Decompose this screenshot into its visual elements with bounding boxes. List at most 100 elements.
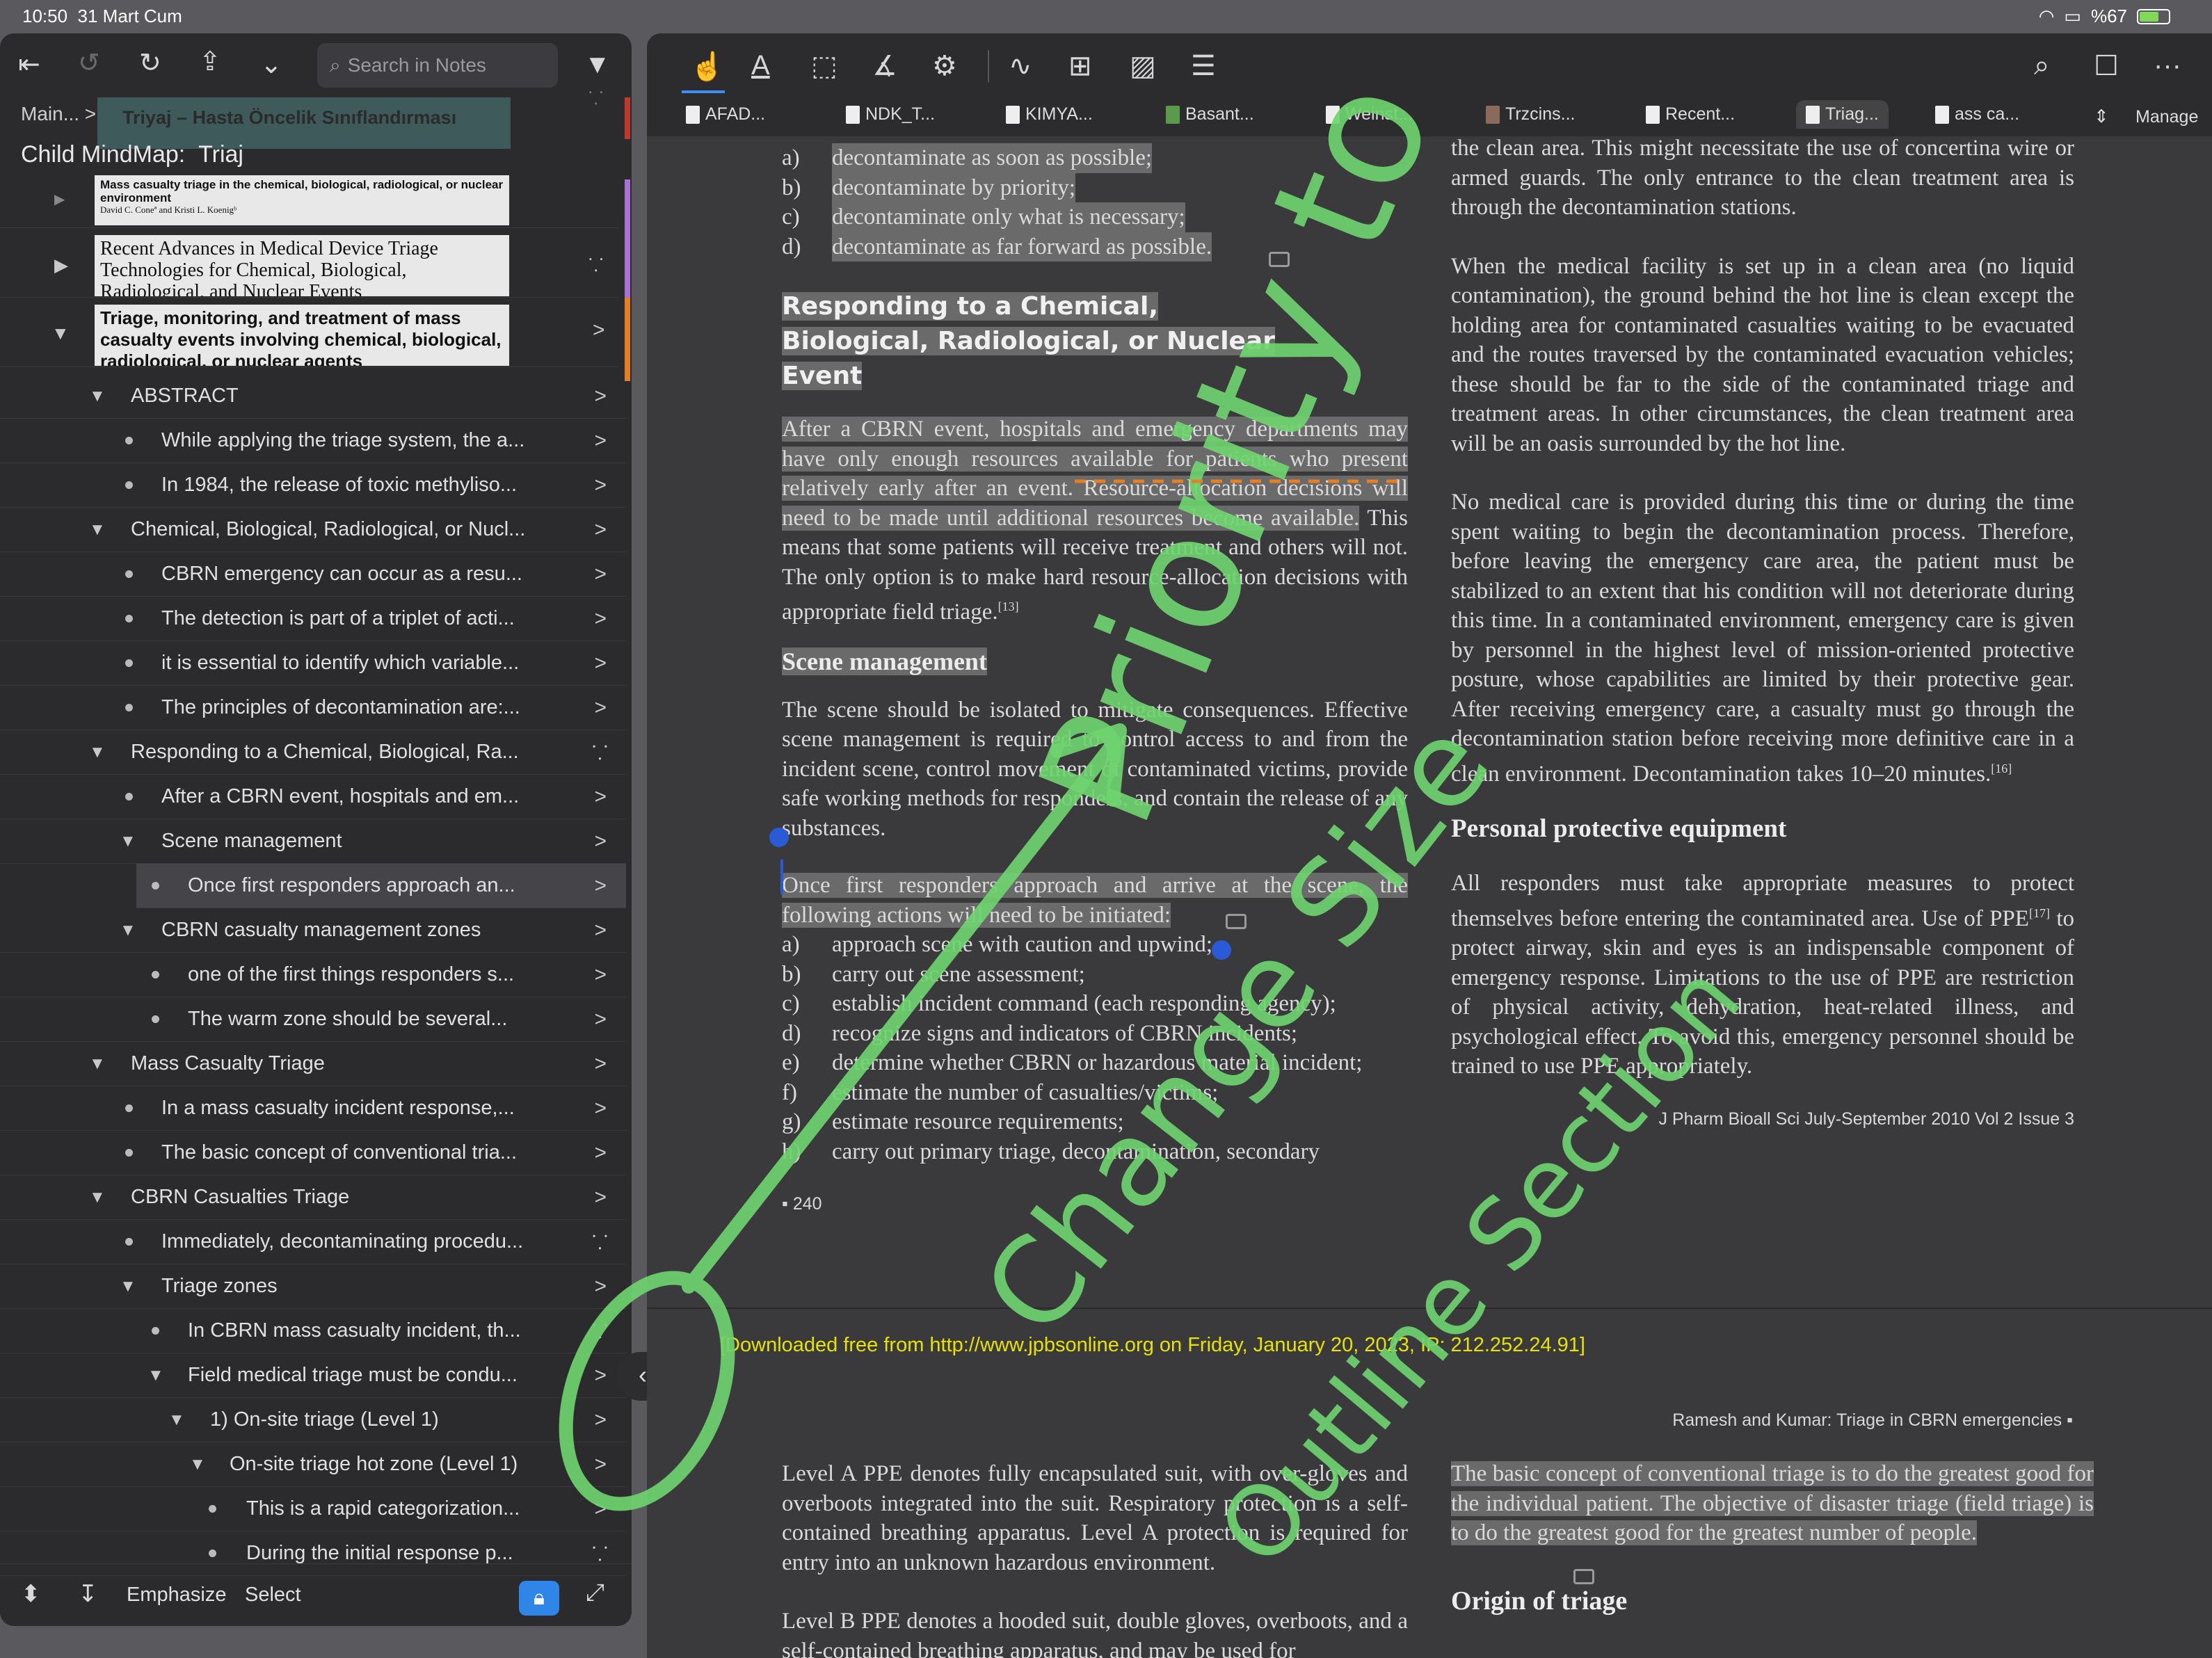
tab[interactable]: ass ca... bbox=[1935, 104, 2019, 124]
subtree-icon[interactable]: ⸪ bbox=[588, 252, 603, 277]
pen-icon[interactable]: ∿ bbox=[1009, 50, 1032, 82]
outline-row-image[interactable]: ▶ Mass casualty triage in the chemical, … bbox=[0, 170, 619, 228]
outline-row[interactable]: ▼ Mass Casualty Triage > bbox=[0, 1042, 626, 1086]
tab[interactable]: AFAD... bbox=[686, 104, 765, 124]
outline-row[interactable]: ▼ On-site triage hot zone (Level 1) > bbox=[0, 1442, 626, 1487]
outline-row[interactable]: CBRN emergency can occur as a resu... > bbox=[0, 552, 626, 597]
tab[interactable]: Weinst... bbox=[1326, 104, 1413, 124]
outline-row[interactable]: ▼ Responding to a Chemical, Biological, R… bbox=[0, 730, 626, 775]
chevron-down-icon[interactable]: ⌄ bbox=[260, 51, 282, 78]
manage-button[interactable]: Manage bbox=[2135, 107, 2198, 127]
chevron-right-icon[interactable]: > bbox=[594, 518, 607, 542]
chevron-right-icon[interactable]: > bbox=[594, 1008, 607, 1031]
paragraph-selected[interactable]: Once first responders approach and arriv… bbox=[782, 871, 1408, 930]
list-icon[interactable]: ☰ bbox=[1191, 50, 1216, 82]
chevron-right-icon[interactable]: > bbox=[594, 1453, 607, 1476]
chevron-right-icon[interactable]: > bbox=[594, 785, 607, 809]
outline-row[interactable]: one of the first things responders s... > bbox=[0, 953, 626, 997]
tab[interactable]: NDK_T... bbox=[846, 104, 935, 124]
chevron-right-icon[interactable]: > bbox=[594, 563, 607, 586]
subtree-icon[interactable]: ⸪ bbox=[592, 1229, 608, 1255]
outline-row-image[interactable]: ▶ Recent Advances in Medical Device Tria… bbox=[0, 228, 619, 298]
image-tool-icon[interactable]: ⚙ bbox=[932, 50, 957, 82]
comment-icon[interactable] bbox=[1226, 914, 1247, 929]
outline-row-image[interactable]: ▼ Triage, monitoring, and treatment of m… bbox=[0, 298, 619, 367]
tab-active[interactable]: Triag... bbox=[1796, 100, 1889, 129]
collapse-icon[interactable]: ▼ bbox=[51, 323, 70, 344]
outline-row[interactable]: After a CBRN event, hospitals and em... > bbox=[0, 775, 626, 819]
sort-tabs-icon[interactable]: ⇕ bbox=[2094, 106, 2109, 127]
chevron-right-icon[interactable]: > bbox=[594, 919, 607, 942]
rectangle-select-icon[interactable]: ⬚ bbox=[811, 50, 837, 82]
breadcrumb[interactable]: Main... > bbox=[21, 103, 96, 125]
outline-row[interactable]: In CBRN mass casualty incident, th... ⸪ bbox=[0, 1309, 626, 1353]
outline-row[interactable]: The principles of decontamination are:..… bbox=[0, 686, 626, 730]
chevron-right-icon[interactable]: > bbox=[594, 1364, 607, 1387]
textbox-icon[interactable]: ⊞ bbox=[1068, 50, 1092, 82]
outline-row[interactable]: ▼ 1) On-site triage (Level 1) > bbox=[0, 1398, 626, 1442]
outline-row[interactable]: ▼ CBRN casualty management zones > bbox=[0, 908, 626, 953]
outline-row[interactable]: ▼ Field medical triage must be condu... > bbox=[0, 1353, 626, 1398]
outline-row[interactable]: Immediately, decontaminating procedu... ⸪ bbox=[0, 1220, 626, 1264]
outline-row[interactable]: The basic concept of conventional tria..… bbox=[0, 1131, 626, 1175]
selection-handle-end[interactable] bbox=[1212, 940, 1231, 960]
chevron-right-icon[interactable]: > bbox=[594, 429, 607, 453]
outline-row[interactable]: ▼ Scene management > bbox=[0, 819, 626, 864]
outline-row[interactable]: In 1984, the release of toxic methyliso.… bbox=[0, 463, 626, 508]
search-input[interactable]: ⌕ Search in Notes bbox=[317, 43, 558, 88]
chevron-right-icon[interactable]: > bbox=[594, 652, 607, 675]
outline-row[interactable]: ▼ Chemical, Biological, Radiological, or … bbox=[0, 508, 626, 552]
chevron-right-icon[interactable]: > bbox=[594, 474, 607, 497]
expand-icon[interactable]: ▶ bbox=[54, 255, 68, 276]
outline-row[interactable]: While applying the triage system, the a.… bbox=[0, 419, 626, 463]
expand-all-icon[interactable]: ⬍ bbox=[21, 1582, 41, 1606]
subtree-icon[interactable]: ⸪ bbox=[592, 739, 608, 766]
lasso-icon[interactable]: ∡ bbox=[872, 50, 897, 82]
bookmark-icon[interactable]: ☐ bbox=[2094, 50, 2119, 82]
chevron-right-icon[interactable]: > bbox=[594, 1497, 607, 1521]
comment-icon[interactable] bbox=[1269, 252, 1290, 267]
highlighter-icon[interactable]: A bbox=[751, 50, 770, 81]
chevron-right-icon[interactable]: > bbox=[593, 319, 605, 342]
more-icon[interactable]: ··· bbox=[2154, 50, 2181, 81]
chevron-right-icon[interactable]: > bbox=[594, 607, 607, 631]
expand-icon[interactable]: ▶ bbox=[54, 191, 65, 208]
outline-row[interactable]: ▼ Triage zones > bbox=[0, 1264, 626, 1309]
subtree-icon[interactable]: ⸪ bbox=[592, 1540, 608, 1567]
outline-row[interactable]: This is a rapid categorization... > bbox=[0, 1487, 626, 1531]
collapse-sidebar-icon[interactable]: ⇤ bbox=[18, 51, 40, 78]
search-icon[interactable]: ⌕ bbox=[2034, 50, 2049, 81]
outline-row[interactable]: The warm zone should be several... > bbox=[0, 997, 626, 1042]
chevron-right-icon[interactable]: > bbox=[594, 385, 607, 408]
selection-handle-start[interactable] bbox=[769, 828, 789, 847]
chevron-right-icon[interactable]: > bbox=[594, 1186, 607, 1209]
chevron-right-icon[interactable]: > bbox=[594, 1408, 607, 1432]
subtree-icon[interactable]: ⸪ bbox=[592, 1318, 608, 1344]
sort-icon[interactable]: ↧ bbox=[78, 1582, 98, 1606]
hand-pointer-icon[interactable]: ☝ bbox=[690, 50, 725, 83]
chevron-right-icon[interactable]: > bbox=[594, 696, 607, 720]
chevron-right-icon[interactable]: > bbox=[594, 963, 607, 987]
chevron-right-icon[interactable]: > bbox=[594, 1097, 607, 1120]
tab[interactable]: KIMYA... bbox=[1006, 104, 1093, 124]
lock-icon[interactable]: 🔒︎ bbox=[519, 1581, 559, 1616]
outline-row-selected[interactable]: Once first responders approach an... > bbox=[136, 864, 626, 908]
chevron-right-icon[interactable]: > bbox=[594, 874, 607, 898]
outline-row[interactable]: it is essential to identify which variab… bbox=[0, 641, 626, 686]
tab[interactable]: Trzcins... bbox=[1486, 104, 1575, 124]
select-button[interactable]: Select bbox=[245, 1584, 301, 1607]
outline-row[interactable]: The detection is part of a triplet of ac… bbox=[0, 597, 626, 641]
subtree-icon[interactable]: ⸪ bbox=[588, 89, 603, 107]
comment-icon[interactable] bbox=[1573, 1569, 1594, 1584]
outline-row[interactable]: ▼ ABSTRACT > bbox=[0, 374, 626, 419]
outline-row[interactable]: In a mass casualty incident response,...… bbox=[0, 1086, 626, 1131]
chevron-right-icon[interactable]: > bbox=[594, 1141, 607, 1165]
undo-icon[interactable]: ↺ bbox=[78, 50, 100, 77]
filter-icon[interactable]: ▼ bbox=[584, 51, 611, 78]
chevron-right-icon[interactable]: > bbox=[594, 830, 607, 853]
tab[interactable]: Basant... bbox=[1166, 104, 1254, 124]
refresh-icon[interactable]: ↻ bbox=[139, 50, 161, 77]
share-icon[interactable]: ⇪ bbox=[199, 49, 221, 75]
chevron-right-icon[interactable]: > bbox=[594, 1275, 607, 1298]
chevron-right-icon[interactable]: > bbox=[594, 1052, 607, 1076]
